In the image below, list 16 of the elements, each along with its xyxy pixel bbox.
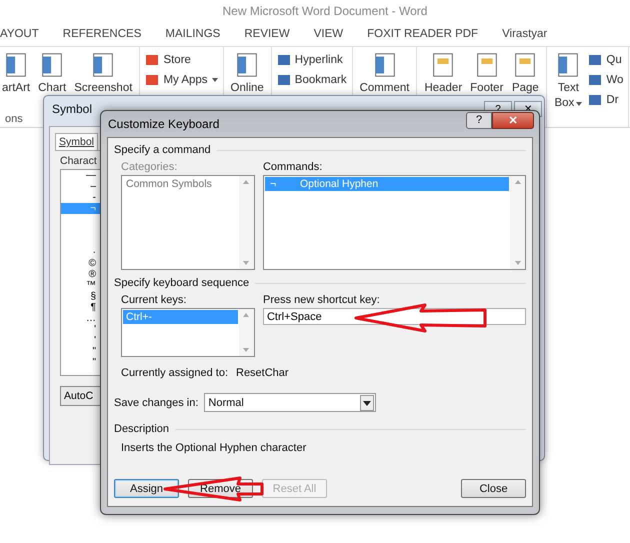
- field-label: Press new shortcut key:: [262, 294, 381, 306]
- field-label: Currently assigned to:: [121, 367, 228, 379]
- dialog-title: Customize Keyboard: [108, 117, 220, 131]
- group-caption: ons: [5, 113, 23, 125]
- section-heading: Specify a command: [114, 144, 211, 156]
- section-heading: Description: [114, 423, 170, 435]
- window-title: New Microsoft Word Document - Word: [222, 4, 428, 18]
- assigned-command: ResetChar: [236, 367, 289, 379]
- field-label: Save changes in:: [114, 396, 198, 408]
- field-label: Commands:: [262, 161, 324, 173]
- description-text: Inserts the Optional Hyphen character: [120, 442, 308, 454]
- field-label: Current keys:: [121, 294, 188, 306]
- field-label: Categories:: [121, 161, 178, 173]
- field-label: Charact: [60, 155, 97, 167]
- dialog-title: Symbol: [52, 102, 94, 116]
- section-heading: Specify keyboard sequence: [114, 277, 250, 289]
